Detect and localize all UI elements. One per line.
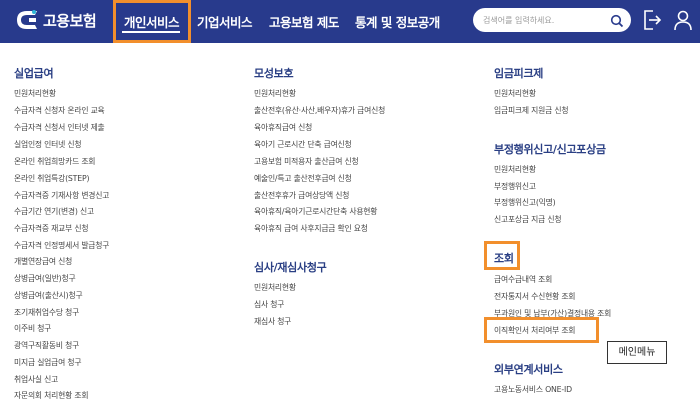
menu-item[interactable]: 민원처리현황 bbox=[254, 88, 296, 99]
menu-item[interactable]: 예술인/특고 출산전후급여 신청 bbox=[254, 173, 352, 184]
menu-item[interactable]: 상병급여(일반)청구 bbox=[14, 273, 76, 284]
main-menu-tooltip: 메인메뉴 bbox=[607, 341, 667, 364]
section-title-maternity-protection: 모성보호 bbox=[254, 67, 294, 80]
logo-text: 고용보험 bbox=[43, 11, 97, 30]
menu-item[interactable]: 출산전후(유산·사산,배우자)휴가 급여신청 bbox=[254, 105, 385, 116]
highlight-box-separation-confirmation bbox=[484, 317, 599, 343]
logo[interactable]: 고용보험 bbox=[14, 8, 97, 32]
menu-item[interactable]: 전자통지서 수신현황 조회 bbox=[494, 291, 575, 302]
menu-item[interactable]: 수급자격 인정명세서 발급청구 bbox=[14, 240, 109, 251]
section-title-appeals: 심사/재심사청구 bbox=[254, 261, 327, 274]
menu-item[interactable]: 수급기간 연기(변경) 신고 bbox=[14, 206, 94, 217]
menu-item[interactable]: 임금피크제 지원금 신청 bbox=[494, 105, 568, 116]
highlight-box-personal-services bbox=[113, 0, 191, 43]
menu-item[interactable]: 부정행위신고 bbox=[494, 181, 536, 192]
menu-item[interactable]: 고용노동서비스 ONE-ID bbox=[494, 384, 572, 395]
section-title-external-services: 외부연계서비스 bbox=[494, 363, 563, 376]
menu-item[interactable]: 민원처리현황 bbox=[254, 282, 296, 293]
menu-item[interactable]: 온라인 취업특강(STEP) bbox=[14, 173, 90, 184]
search-icon[interactable] bbox=[610, 13, 624, 32]
section-title-wage-peak: 임금피크제 bbox=[494, 67, 544, 80]
menu-item[interactable]: 광역구직활동비 청구 bbox=[14, 340, 79, 351]
highlight-box-inquiry bbox=[484, 241, 520, 270]
menu-item[interactable]: 개별연장급여 신청 bbox=[14, 256, 72, 267]
menu-item[interactable]: 수급자격증 재교부 신청 bbox=[14, 223, 88, 234]
menu-item[interactable]: 부정행위신고(익명) bbox=[494, 197, 556, 208]
logout-icon[interactable] bbox=[642, 9, 662, 35]
menu-item[interactable]: 심사 청구 bbox=[254, 299, 284, 310]
menu-item[interactable]: 수급자격증 기재사항 변경신고 bbox=[14, 190, 109, 201]
menu-item[interactable]: 온라인 취업희망카드 조회 bbox=[14, 156, 95, 167]
menu-item[interactable]: 민원처리현황 bbox=[494, 164, 536, 175]
menu-item[interactable]: 수급자격 신청자 온라인 교육 bbox=[14, 105, 105, 116]
nav-business-services[interactable]: 기업서비스 bbox=[197, 12, 253, 31]
search-input[interactable] bbox=[483, 12, 603, 28]
section-title-unemployment-benefits: 실업급여 bbox=[14, 67, 54, 80]
menu-item[interactable]: 민원처리현황 bbox=[14, 88, 56, 99]
menu-item[interactable]: 출산전후휴가 급여상당액 신청 bbox=[254, 190, 349, 201]
menu-item[interactable]: 취업사실 신고 bbox=[14, 374, 58, 385]
logo-mark-icon bbox=[14, 8, 40, 32]
search-box bbox=[473, 8, 631, 32]
menu-item[interactable]: 급여수급내역 조회 bbox=[494, 274, 552, 285]
section-title-fraud-report: 부정행위신고/신고포상금 bbox=[494, 143, 606, 156]
menu-item[interactable]: 육아휴직급여 신청 bbox=[254, 122, 312, 133]
menu-item[interactable]: 고용보험 미적용자 출산급여 신청 bbox=[254, 156, 359, 167]
menu-item[interactable]: 수급자격 신청서 인터넷 제출 bbox=[14, 122, 105, 133]
menu-item[interactable]: 민원처리현황 bbox=[494, 88, 536, 99]
nav-statistics-info[interactable]: 통계 및 정보공개 bbox=[355, 12, 440, 31]
menu-item[interactable]: 상병급여(출산시)청구 bbox=[14, 290, 83, 301]
top-navigation-bar: 고용보험 개인서비스 기업서비스 고용보험 제도 통계 및 정보공개 bbox=[0, 0, 700, 43]
menu-item[interactable]: 이주비 청구 bbox=[14, 323, 51, 334]
menu-item[interactable]: 육아기 근로시간 단축 급여신청 bbox=[254, 139, 352, 150]
menu-item[interactable]: 실업인정 인터넷 신청 bbox=[14, 139, 82, 150]
user-icon[interactable] bbox=[673, 9, 693, 35]
nav-insurance-system[interactable]: 고용보험 제도 bbox=[269, 12, 339, 31]
menu-item[interactable]: 육아휴직 급여 사후지급금 확인 요청 bbox=[254, 223, 368, 234]
menu-item[interactable]: 조기재취업수당 청구 bbox=[14, 307, 79, 318]
menu-item[interactable]: 미지급 실업급여 청구 bbox=[14, 357, 82, 368]
menu-item[interactable]: 신고포상금 지급 신청 bbox=[494, 214, 562, 225]
menu-item[interactable]: 자문의회 처리현황 조회 bbox=[14, 390, 88, 401]
menu-item[interactable]: 재심사 청구 bbox=[254, 316, 291, 327]
menu-item[interactable]: 육아휴직/육아기근로시간단축 사용현황 bbox=[254, 206, 377, 217]
